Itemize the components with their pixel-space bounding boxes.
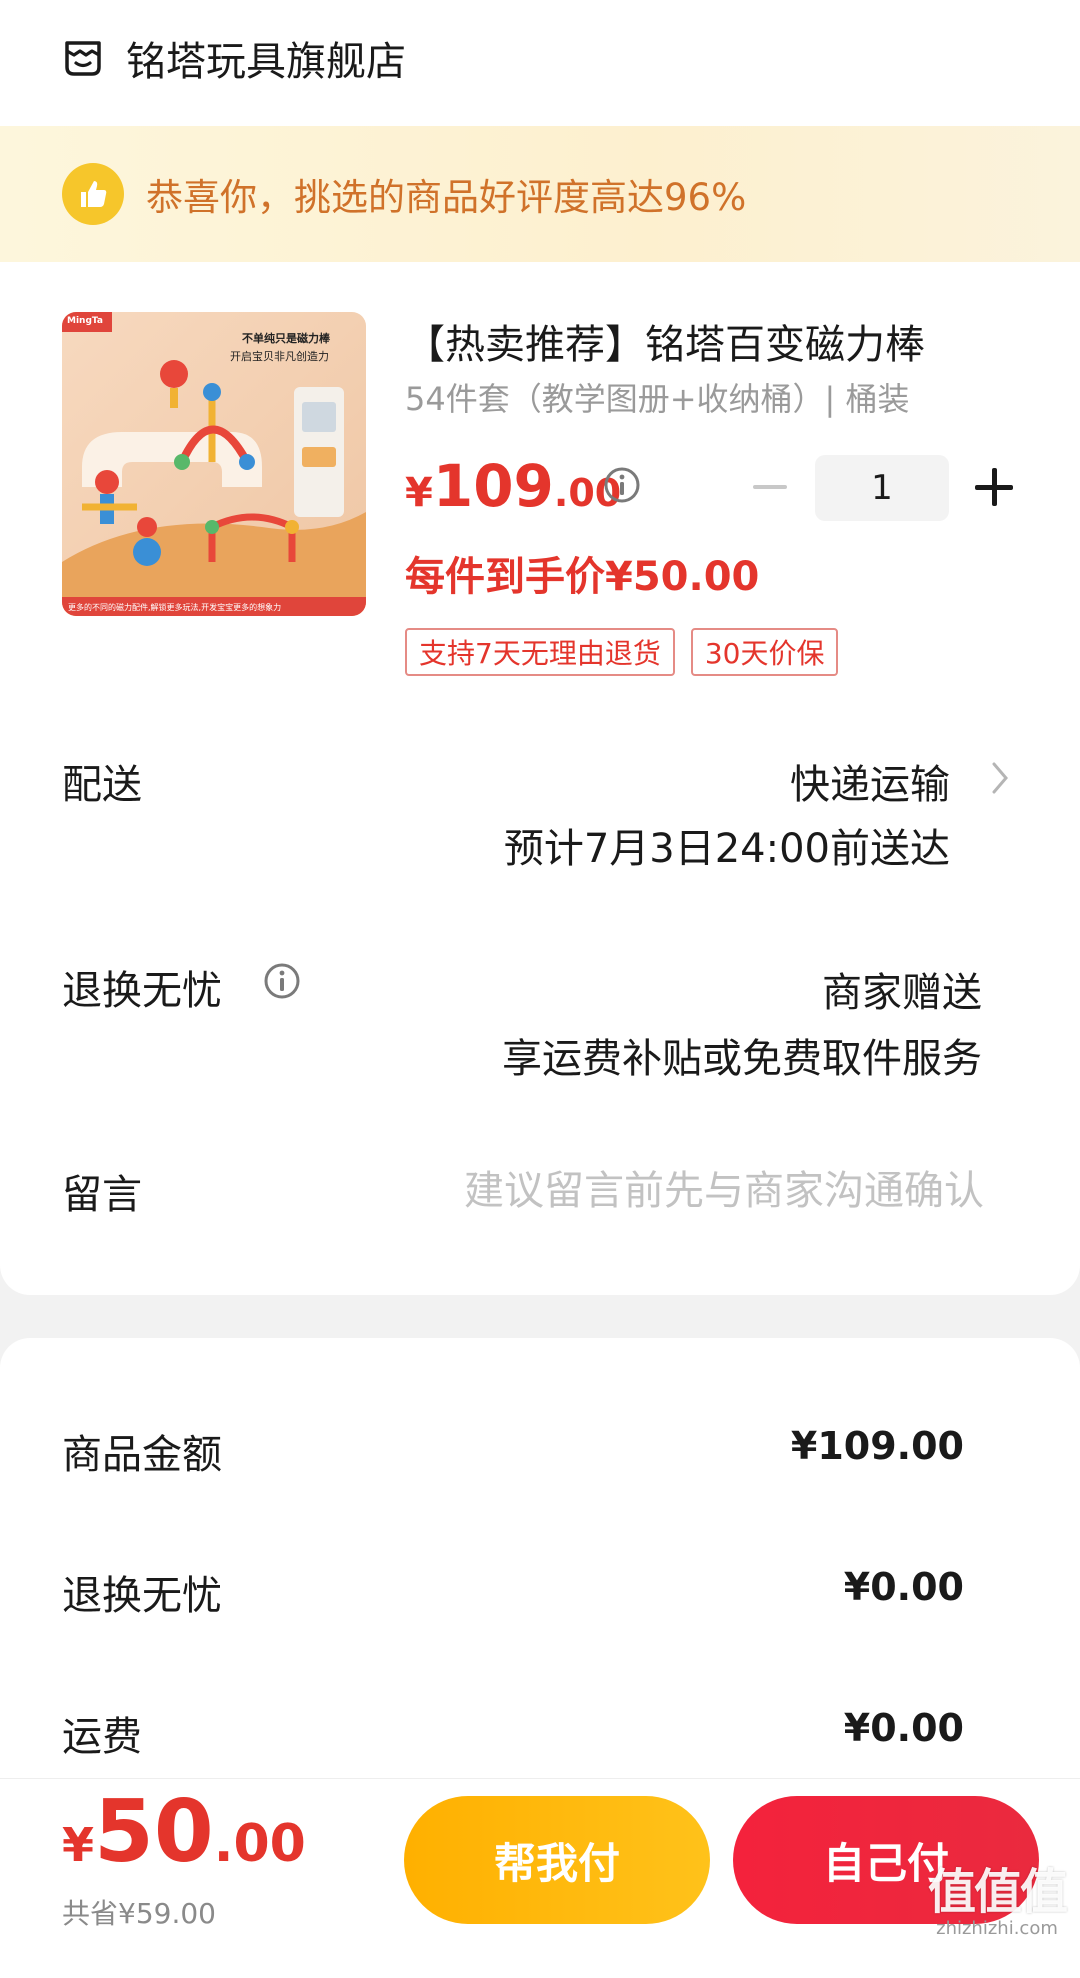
decrease-quantity-button[interactable] <box>752 470 788 504</box>
shop-name: 铭塔玩具旗舰店 <box>126 39 406 85</box>
increase-quantity-button[interactable] <box>975 468 1013 506</box>
service-tags: 支持7天无理由退货 30天价保 <box>405 628 839 676</box>
shipping-fee-value: ¥0.00 <box>843 1706 964 1750</box>
watermark: 值值值 zhizhizhi.com <box>922 1866 1072 1940</box>
image-caption-2: 开启宝贝非凡创造力 <box>230 349 329 363</box>
returns-info-icon[interactable] <box>263 962 301 1000</box>
total-currency: ¥ <box>62 1818 95 1872</box>
total-decimal: .00 <box>213 1814 306 1874</box>
note-label: 留言 <box>62 1172 142 1218</box>
unit-price: 每件到手价¥50.00 <box>405 554 760 600</box>
thumbs-up-icon <box>62 163 124 225</box>
returns-value: 商家赠送 <box>822 970 982 1016</box>
price-info-icon[interactable] <box>603 466 641 504</box>
total-price: ¥ 50 .00 <box>62 1782 306 1882</box>
quantity-field[interactable]: 1 <box>815 455 949 521</box>
goods-amount-label: 商品金额 <box>62 1432 222 1478</box>
delivery-method[interactable]: 快递运输 <box>790 752 950 810</box>
returns-fee-value: ¥0.00 <box>843 1565 964 1609</box>
chevron-right-icon[interactable] <box>990 760 1010 796</box>
shop-header[interactable]: 铭塔玩具旗舰店 <box>62 28 406 88</box>
delivery-eta: 预计7月3日24:00前送达 <box>503 826 950 872</box>
saved-amount: 共省¥59.00 <box>62 1897 216 1930</box>
returns-label: 退换无忧 <box>62 968 222 1014</box>
product-title[interactable]: 【热卖推荐】铭塔百变磁力棒 <box>405 312 1005 370</box>
banner-text: 恭喜你，挑选的商品好评度高达96% <box>146 176 747 219</box>
total-integer: 50 <box>94 1782 214 1882</box>
delivery-label: 配送 <box>62 762 142 808</box>
shipping-fee-label: 运费 <box>62 1714 142 1760</box>
price-integer: 109 <box>432 452 554 520</box>
price-currency: ¥ <box>405 470 433 516</box>
product-photo: MingTa 不单纯只是磁力棒 开启宝贝非凡创造力 更多的不同的磁力配件,解锁更… <box>62 312 366 616</box>
image-caption-1: 不单纯只是磁力棒 <box>242 331 331 345</box>
help-pay-button[interactable]: 帮我付 <box>404 1796 710 1924</box>
returns-desc: 享运费补贴或免费取件服务 <box>502 1036 982 1082</box>
watermark-sub: zhizhizhi.com <box>936 1918 1058 1939</box>
store-icon <box>65 41 101 76</box>
goods-amount-value: ¥109.00 <box>790 1424 964 1468</box>
watermark-main: 值值值 <box>927 1864 1068 1920</box>
note-input[interactable] <box>400 1160 986 1222</box>
image-caption-3: 更多的不同的磁力配件,解锁更多玩法,开发宝宝更多的想象力 <box>68 602 281 612</box>
product-price: ¥ 109 .00 <box>405 452 621 520</box>
rating-banner: 恭喜你，挑选的商品好评度高达96% <box>0 126 1080 262</box>
tag-price-protect: 30天价保 <box>690 628 839 676</box>
image-brand: MingTa <box>67 316 103 326</box>
tag-return-7days: 支持7天无理由退货 <box>405 628 675 676</box>
product-image[interactable]: MingTa 不单纯只是磁力棒 开启宝贝非凡创造力 更多的不同的磁力配件,解锁更… <box>62 312 366 616</box>
product-spec[interactable]: 54件套（教学图册+收纳桶）| 桶装 <box>405 374 910 420</box>
returns-fee-label: 退换无忧 <box>62 1573 222 1619</box>
